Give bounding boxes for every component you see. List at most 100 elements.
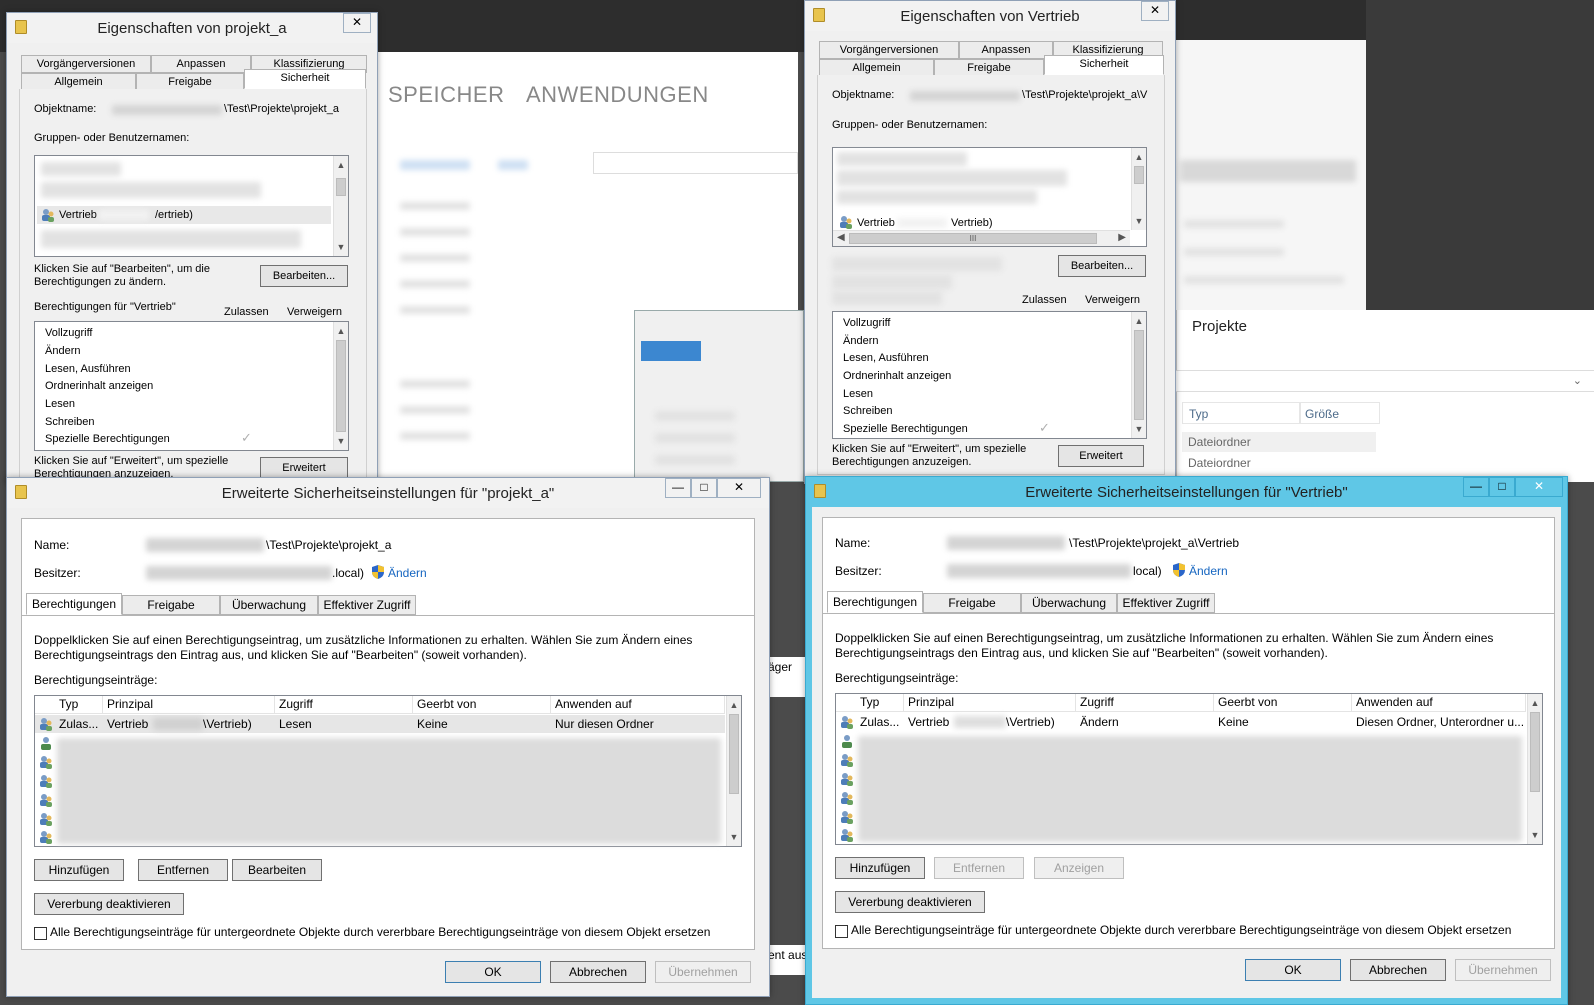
col-zugriff[interactable]: Zugriff [1076, 694, 1214, 712]
explorer-address-bar[interactable]: ⌄ [1176, 370, 1594, 392]
view-button[interactable]: Anzeigen [1034, 857, 1124, 879]
scroll-thumb[interactable] [1134, 330, 1144, 420]
vertical-scrollbar[interactable]: ▲ ▼ [1131, 148, 1146, 230]
bearbeiten-button[interactable]: Bearbeiten... [1058, 255, 1146, 277]
minimize-button[interactable]: — [1463, 477, 1489, 497]
close-button[interactable]: ✕ [717, 478, 761, 498]
permission-entries-table[interactable]: Typ Prinzipal Zugriff Geerbt von Anwende… [835, 693, 1543, 845]
close-button[interactable]: ✕ [1515, 477, 1563, 497]
scroll-down-icon[interactable]: ▼ [1132, 213, 1146, 229]
change-owner-link[interactable]: Ändern [388, 566, 427, 580]
remove-button[interactable]: Entfernen [138, 859, 228, 881]
tab-freigabe[interactable]: Freigabe [122, 595, 220, 615]
title-bar[interactable]: Eigenschaften von projekt_a ✕ [7, 13, 377, 43]
col-anwenden-auf[interactable]: Anwenden auf [551, 696, 725, 714]
scroll-up-icon[interactable]: ▲ [334, 323, 348, 339]
tab-anpassen[interactable]: Anpassen [959, 41, 1053, 59]
explorer-col-type[interactable]: Typ [1182, 402, 1300, 424]
tab-freigabe[interactable]: Freigabe [923, 593, 1021, 613]
tab-vorgaengerversionen[interactable]: Vorgängerversionen [819, 41, 959, 59]
scroll-right-icon[interactable]: ▶ [1118, 232, 1126, 243]
scroll-down-icon[interactable]: ▼ [727, 829, 741, 845]
groups-listbox[interactable]: Vertrieb /ertrieb) ▲ ▼ [34, 155, 349, 257]
chevron-down-icon[interactable]: ⌄ [1573, 374, 1582, 387]
change-owner-link[interactable]: Ändern [1189, 564, 1228, 578]
tab-vorgaengerversionen[interactable]: Vorgängerversionen [21, 55, 151, 73]
col-typ[interactable]: Typ [55, 696, 103, 714]
title-bar[interactable]: Eigenschaften von Vertrieb ✕ [805, 1, 1175, 31]
scroll-down-icon[interactable]: ▼ [334, 239, 348, 255]
tab-berechtigungen[interactable]: Berechtigungen [827, 591, 923, 613]
close-button[interactable]: ✕ [1141, 1, 1169, 21]
permissions-list[interactable]: Vollzugriff Ändern Lesen, Ausführen Ordn… [34, 321, 349, 451]
title-bar[interactable]: Erweiterte Sicherheitseinstellungen für … [806, 477, 1567, 507]
erweitert-button[interactable]: Erweitert [260, 457, 348, 479]
add-button[interactable]: Hinzufügen [835, 857, 925, 879]
scroll-thumb[interactable]: III [849, 233, 1097, 244]
remove-button[interactable]: Entfernen [934, 857, 1024, 879]
edit-button[interactable]: Bearbeiten [232, 859, 322, 881]
scroll-down-icon[interactable]: ▼ [1132, 421, 1146, 437]
tab-effektiver-zugriff[interactable]: Effektiver Zugriff [318, 595, 416, 615]
bearbeiten-button[interactable]: Bearbeiten... [260, 265, 348, 287]
vertical-scrollbar[interactable]: ▲ ▼ [333, 156, 348, 256]
col-typ[interactable]: Typ [856, 694, 904, 712]
cancel-button[interactable]: Abbrechen [550, 961, 646, 983]
vertical-scrollbar[interactable]: ▲ ▼ [726, 696, 741, 846]
permission-entries-table[interactable]: Typ Prinzipal Zugriff Geerbt von Anwende… [34, 695, 742, 847]
bg-tab-anwendungen[interactable]: ANWENDUNGEN [526, 82, 709, 108]
scroll-up-icon[interactable]: ▲ [334, 157, 348, 173]
apply-button[interactable]: Übernehmen [1455, 959, 1551, 981]
scroll-up-icon[interactable]: ▲ [727, 697, 741, 713]
scroll-left-icon[interactable]: ◀ [837, 232, 845, 243]
bg-filter-box[interactable] [593, 152, 798, 174]
explorer-col-size[interactable]: Größe [1300, 402, 1380, 424]
ok-button[interactable]: OK [445, 961, 541, 983]
scroll-up-icon[interactable]: ▲ [1528, 695, 1542, 711]
tab-ueberwachung[interactable]: Überwachung [220, 595, 318, 615]
maximize-button[interactable]: □ [691, 478, 717, 498]
title-bar[interactable]: Erweiterte Sicherheitseinstellungen für … [7, 478, 769, 508]
tab-anpassen[interactable]: Anpassen [151, 55, 251, 73]
tab-sicherheit[interactable]: Sicherheit [1044, 55, 1164, 75]
bg-tab-speicher[interactable]: SPEICHER [388, 82, 504, 108]
scroll-up-icon[interactable]: ▲ [1132, 313, 1146, 329]
erweitert-button[interactable]: Erweitert [1058, 445, 1144, 467]
replace-checkbox[interactable] [835, 925, 848, 938]
tab-sicherheit[interactable]: Sicherheit [244, 69, 366, 89]
list-item[interactable]: Vertrieb /ertrieb) [37, 206, 331, 224]
col-prinzipal[interactable]: Prinzipal [103, 696, 275, 714]
disable-inheritance-button[interactable]: Vererbung deaktivieren [835, 891, 985, 913]
maximize-button[interactable]: □ [1489, 477, 1515, 497]
col-geerbt-von[interactable]: Geerbt von [413, 696, 551, 714]
scroll-down-icon[interactable]: ▼ [334, 433, 348, 449]
add-button[interactable]: Hinzufügen [34, 859, 124, 881]
tab-ueberwachung[interactable]: Überwachung [1021, 593, 1117, 613]
scroll-thumb[interactable] [336, 178, 346, 196]
col-prinzipal[interactable]: Prinzipal [904, 694, 1076, 712]
tab-effektiver-zugriff[interactable]: Effektiver Zugriff [1117, 593, 1215, 613]
groups-listbox[interactable]: Vertrieb Vertrieb) ▲ ▼ ◀ III ▶ [832, 147, 1147, 247]
replace-checkbox[interactable] [34, 927, 47, 940]
tab-berechtigungen[interactable]: Berechtigungen [26, 593, 122, 615]
col-geerbt-von[interactable]: Geerbt von [1214, 694, 1352, 712]
table-row[interactable]: Zulas... Vertrieb \Vertrieb) Ändern Kein… [836, 713, 1526, 731]
col-zugriff[interactable]: Zugriff [275, 696, 413, 714]
col-anwenden-auf[interactable]: Anwenden auf [1352, 694, 1526, 712]
apply-button[interactable]: Übernehmen [655, 961, 751, 983]
vertical-scrollbar[interactable]: ▲ ▼ [1131, 312, 1146, 438]
scroll-thumb[interactable] [729, 714, 739, 794]
ok-button[interactable]: OK [1245, 959, 1341, 981]
scroll-thumb[interactable] [1530, 712, 1540, 792]
close-button[interactable]: ✕ [343, 13, 371, 33]
scroll-thumb[interactable] [1134, 166, 1144, 184]
cancel-button[interactable]: Abbrechen [1350, 959, 1446, 981]
list-item[interactable]: Dateiordner [1182, 453, 1376, 473]
scroll-thumb[interactable] [336, 340, 346, 432]
permissions-list[interactable]: Vollzugriff Ändern Lesen, Ausführen Ordn… [832, 311, 1147, 439]
list-item[interactable]: Vertrieb Vertrieb) [835, 214, 1125, 230]
minimize-button[interactable]: — [665, 478, 691, 498]
vertical-scrollbar[interactable]: ▲ ▼ [1527, 694, 1542, 844]
scroll-up-icon[interactable]: ▲ [1132, 149, 1146, 165]
disable-inheritance-button[interactable]: Vererbung deaktivieren [34, 893, 184, 915]
